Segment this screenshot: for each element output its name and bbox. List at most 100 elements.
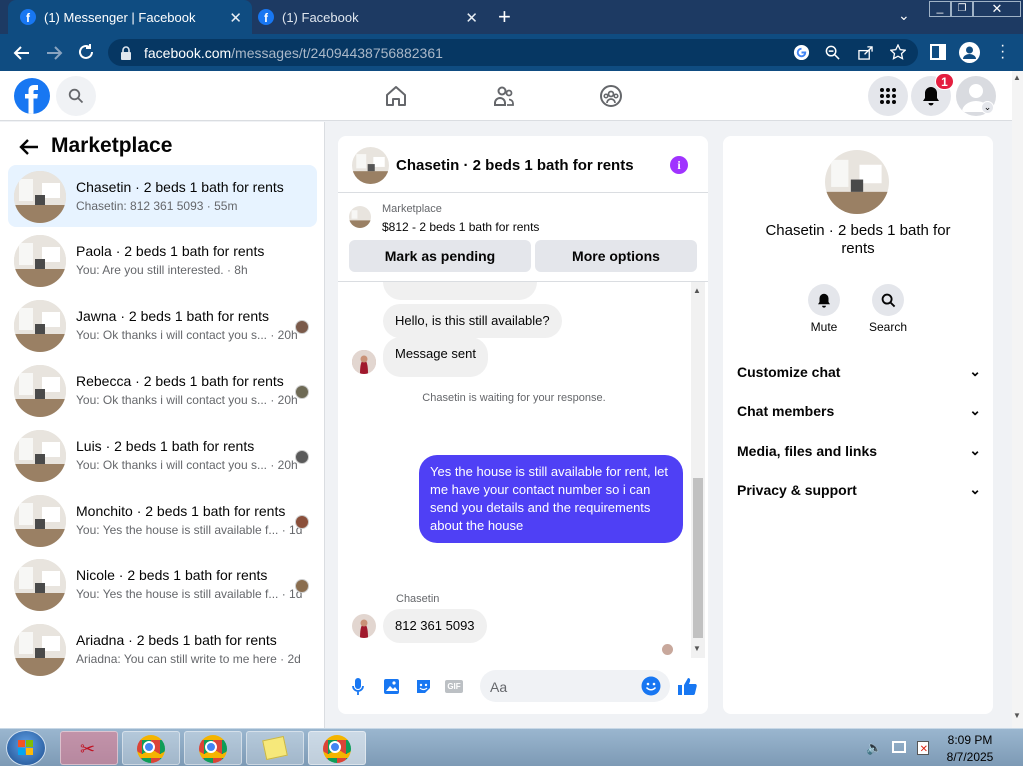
tab-messenger[interactable]: f (1) Messenger | Facebook ✕ [8, 0, 252, 34]
mute-label: Mute [810, 320, 838, 334]
thread-item[interactable]: Monchito · 2 beds 1 bath for rents You: Y… [8, 489, 317, 551]
chat-members-section[interactable]: Chat members ⌄ [737, 402, 981, 419]
privacy-support-section[interactable]: Privacy & support ⌄ [737, 481, 981, 498]
facebook-favicon-icon: f [258, 9, 274, 25]
media-files-links-section[interactable]: Media, files and links ⌄ [737, 442, 981, 459]
taskbar-chrome-1[interactable] [122, 731, 180, 765]
kebab-menu-icon[interactable]: · · · [1000, 38, 1005, 66]
listing-thumbnail [14, 365, 66, 417]
message-bubble[interactable]: 812 361 5093 [383, 609, 487, 643]
taskbar-snipping-tool[interactable]: ✂ [60, 731, 118, 765]
waiting-status: Chasetin is waiting for your response. [422, 392, 606, 404]
mark-as-pending-button[interactable]: Mark as pending [349, 240, 531, 272]
scroll-up-icon[interactable]: ▲ [693, 286, 701, 295]
taskbar-sticky-notes[interactable] [246, 731, 304, 765]
listing-thumbnail [14, 559, 66, 611]
thumbs-up-icon[interactable] [678, 677, 697, 696]
network-icon[interactable] [892, 741, 906, 753]
thread-item[interactable]: Rebecca · 2 beds 1 bath for rents You: Ok… [8, 359, 317, 421]
thread-preview: You: Yes the house is still available f.… [76, 523, 303, 537]
mute-button[interactable] [808, 284, 840, 316]
thread-item[interactable]: Chasetin · 2 beds 1 bath for rents Chaset… [8, 165, 317, 227]
taskbar-chrome-3[interactable] [308, 731, 366, 765]
browser-toolbar: facebook.com/messages/t/2409443875688236… [0, 34, 1023, 71]
restore-icon[interactable]: ❐ [951, 1, 973, 17]
conversation-avatar[interactable] [352, 147, 389, 184]
search-icon [68, 88, 84, 104]
page-scrollbar[interactable]: ▲ ▼ [1012, 71, 1023, 728]
thread-item[interactable]: Jawna · 2 beds 1 bath for rents You: Ok t… [8, 294, 317, 356]
listing-photo-icon [14, 624, 66, 676]
volume-icon[interactable]: 🔈 [866, 740, 882, 756]
listing-thumbnail [349, 206, 371, 228]
scrollbar-thumb[interactable] [693, 478, 703, 638]
google-icon[interactable] [793, 44, 810, 61]
message-bubble[interactable]: Message sent [383, 337, 488, 377]
gif-icon[interactable]: GIF [445, 680, 463, 693]
taskbar-chrome-2[interactable] [184, 731, 242, 765]
facebook-logo-icon[interactable] [14, 78, 50, 114]
scroll-down-icon[interactable]: ▼ [693, 644, 701, 653]
microphone-icon[interactable] [352, 678, 364, 695]
customize-chat-section[interactable]: Customize chat ⌄ [737, 363, 981, 380]
scroll-up-icon[interactable]: ▲ [1013, 73, 1021, 82]
tab-search-chevron-icon[interactable]: ⌄ [898, 7, 910, 24]
new-tab-icon[interactable]: + [498, 4, 511, 30]
clock-date[interactable]: 8/7/2025 [940, 750, 1000, 764]
divider [338, 192, 708, 193]
action-center-flag-icon[interactable]: ✕ [917, 741, 929, 755]
back-arrow-icon[interactable] [19, 139, 39, 155]
scroll-down-icon[interactable]: ▼ [1013, 711, 1021, 720]
thread-item[interactable]: Ariadna · 2 beds 1 bath for rents Ariadna… [8, 618, 317, 680]
groups-icon[interactable] [599, 84, 623, 108]
details-avatar[interactable] [825, 150, 889, 214]
address-bar[interactable]: facebook.com/messages/t/2409443875688236… [108, 39, 918, 66]
close-window-icon[interactable]: ✕ [973, 1, 1021, 17]
lock-icon[interactable] [120, 46, 132, 60]
close-tab-icon[interactable]: ✕ [465, 9, 478, 27]
emoji-icon[interactable] [641, 676, 661, 696]
search-conversation-button[interactable] [872, 284, 904, 316]
outgoing-message-bubble[interactable]: Yes the house is still available for ren… [419, 455, 683, 543]
more-options-button[interactable]: More options [535, 240, 697, 272]
url-host: facebook.com [144, 44, 232, 61]
section-label: Chat members [737, 402, 835, 419]
back-arrow-icon[interactable] [13, 44, 31, 62]
listing-photo-icon [14, 559, 66, 611]
photo-icon[interactable] [383, 678, 400, 695]
tab-facebook[interactable]: f (1) Facebook ✕ [252, 0, 488, 34]
info-icon[interactable]: i [670, 156, 688, 174]
bookmark-star-icon[interactable] [890, 44, 906, 60]
tab-title: (1) Messenger | Facebook [44, 9, 196, 25]
listing-photo-icon [14, 235, 66, 287]
windows-logo-icon [18, 740, 33, 755]
listing-price[interactable]: $812 - 2 beds 1 bath for rents [382, 220, 539, 234]
minimize-icon[interactable]: _ [929, 1, 951, 17]
friends-icon[interactable] [492, 84, 516, 108]
sender-name: Chasetin [396, 593, 440, 605]
thread-name: Rebecca · 2 beds 1 bath for rents [76, 373, 284, 389]
thread-item[interactable]: Luis · 2 beds 1 bath for rents You: Ok th… [8, 424, 317, 486]
message-bubble[interactable]: Hello, is this still available? [383, 304, 562, 338]
search-button[interactable] [56, 76, 96, 116]
message-input-placeholder: Aa [490, 679, 508, 695]
home-icon[interactable] [384, 84, 408, 108]
thread-name: Chasetin · 2 beds 1 bath for rents [76, 179, 284, 195]
forward-arrow-icon[interactable] [45, 44, 63, 62]
account-chevron-icon[interactable]: ⌄ [981, 101, 994, 114]
share-icon[interactable] [858, 45, 873, 60]
reload-icon[interactable] [77, 43, 95, 61]
thread-item[interactable]: Paola · 2 beds 1 bath for rents You: Are … [8, 229, 317, 291]
menu-button[interactable] [868, 76, 908, 116]
zoom-out-icon[interactable] [825, 45, 840, 60]
start-button[interactable] [6, 730, 46, 766]
sticker-icon[interactable] [415, 678, 432, 695]
message-input[interactable]: Aa [480, 670, 670, 702]
profile-icon[interactable] [959, 42, 980, 63]
clock-time[interactable]: 8:09 PM [940, 733, 1000, 747]
side-panel-icon[interactable] [930, 44, 946, 60]
close-tab-icon[interactable]: ✕ [229, 9, 242, 27]
seen-by-avatar [295, 320, 309, 334]
scrollbar[interactable]: ▲ ▼ [691, 282, 705, 658]
thread-item[interactable]: Nicole · 2 beds 1 bath for rents You: Yes… [8, 553, 317, 615]
